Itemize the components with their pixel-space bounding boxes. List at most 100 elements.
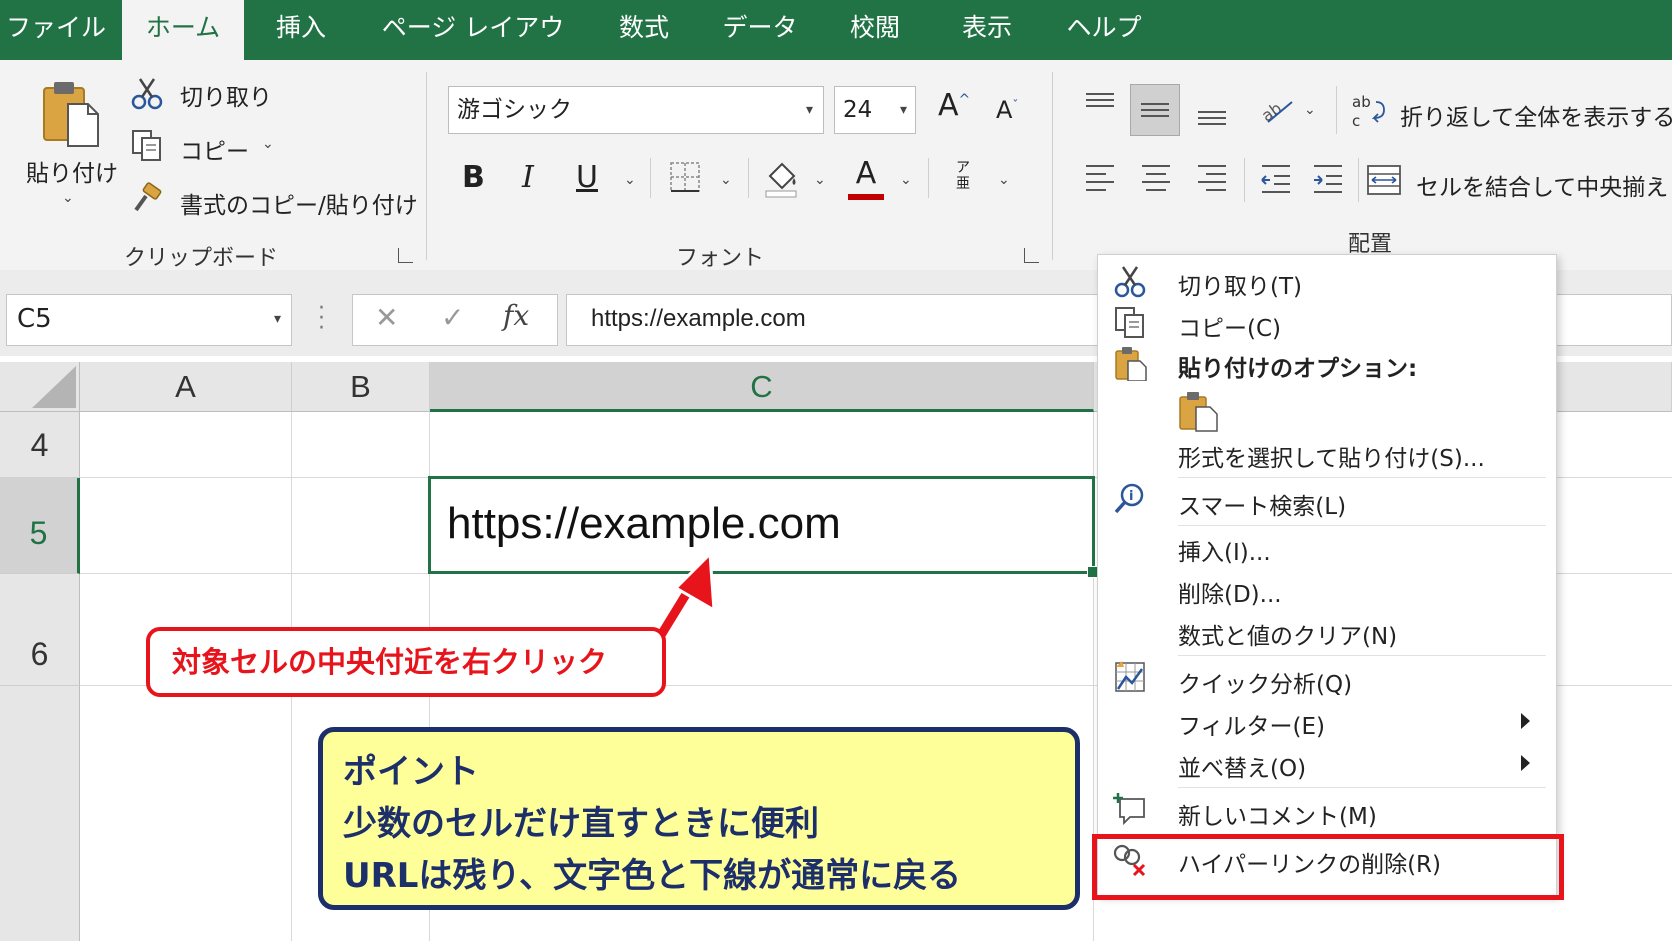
insert-function-icon[interactable]: fx [503, 299, 529, 332]
dialog-launcher-icon[interactable] [1024, 248, 1039, 263]
divider [1244, 158, 1245, 202]
underline-button[interactable]: U [576, 160, 598, 195]
tab-insert[interactable]: 挿入 [256, 0, 346, 60]
italic-button[interactable]: I [522, 160, 534, 195]
clipboard-group-label: クリップボード [124, 246, 279, 271]
chevron-down-icon[interactable]: ⌄ [720, 172, 732, 188]
format-painter-button[interactable]: 書式のコピー/貼り付け [128, 180, 418, 220]
point-note-title: ポイント [343, 752, 479, 792]
paste-option-keep-source[interactable] [1176, 389, 1220, 433]
menu-paste-special-label: 形式を選択して貼り付け(S)... [1178, 446, 1485, 472]
cut-label: 切り取り [180, 85, 272, 111]
row-header-7[interactable] [0, 686, 80, 941]
row-header-6[interactable]: 6 [0, 574, 80, 686]
tab-review[interactable]: 校閲 [830, 0, 920, 60]
menu-paste-options-label: 貼り付けのオプション: [1178, 356, 1418, 382]
align-top-icon[interactable] [1084, 90, 1116, 118]
instruction-callout: 対象セルの中央付近を右クリック [146, 627, 666, 697]
font-color-button[interactable]: A [848, 156, 884, 200]
active-cell-c5[interactable]: https://example.com [428, 476, 1099, 578]
paste-options-icon [1115, 347, 1147, 381]
select-all-triangle-icon [32, 366, 76, 408]
decrease-indent-icon[interactable] [1258, 162, 1292, 196]
chevron-down-icon[interactable]: ⌄ [998, 172, 1010, 188]
font-name-dropdown[interactable]: 游ゴシック ▾ [448, 86, 824, 134]
tab-formulas[interactable]: 数式 [600, 0, 688, 60]
paste-button[interactable]: 貼り付け ⌄ [18, 72, 118, 212]
formula-content: https://example.com [591, 305, 806, 332]
grow-font-button[interactable]: A^ [938, 88, 970, 123]
align-right-icon[interactable] [1196, 162, 1228, 196]
menu-item-clear-contents[interactable]: 数式と値のクリア(N) [1098, 611, 1554, 651]
bold-button[interactable]: B [462, 160, 485, 195]
highlight-box [1092, 834, 1564, 900]
group-divider [1052, 72, 1053, 260]
menu-item-filter[interactable]: フィルター(E) [1098, 701, 1554, 741]
borders-icon[interactable] [668, 160, 702, 194]
align-bottom-icon[interactable] [1196, 100, 1228, 128]
chevron-down-icon[interactable]: ⌄ [262, 136, 274, 152]
more-options-icon[interactable]: · · · [318, 298, 325, 340]
select-all-corner[interactable] [0, 362, 80, 412]
paste-icon [43, 82, 99, 147]
menu-item-smart-lookup[interactable]: i スマート検索(L) [1098, 479, 1554, 521]
align-left-icon[interactable] [1084, 162, 1116, 196]
divider [1336, 86, 1337, 134]
row-header-4[interactable]: 4 [0, 412, 80, 478]
dialog-launcher-icon[interactable] [398, 248, 413, 263]
wrap-text-button[interactable]: ab c 折り返して全体を表示する [1350, 88, 1672, 136]
wrap-text-icon: ab c [1352, 93, 1385, 130]
chevron-down-icon[interactable]: ⌄ [1304, 102, 1316, 118]
cut-button[interactable]: 切り取り [128, 74, 278, 114]
menu-item-cut[interactable]: 切り取り(T) [1098, 261, 1554, 301]
cell-c5-value: https://example.com [447, 499, 841, 548]
svg-text:ab: ab [1352, 93, 1371, 111]
align-center-icon[interactable] [1140, 162, 1172, 196]
align-middle-button[interactable] [1130, 84, 1180, 136]
column-header-a[interactable]: A [80, 362, 292, 412]
font-size-dropdown[interactable]: 24 ▾ [834, 86, 916, 134]
cancel-icon[interactable]: ✕ [375, 301, 398, 334]
menu-item-quick-analysis[interactable]: クイック分析(Q) [1098, 657, 1554, 699]
menu-insert-label: 挿入(I)... [1178, 540, 1271, 566]
menu-item-sort[interactable]: 並べ替え(O) [1098, 743, 1554, 783]
tab-home[interactable]: ホーム [122, 0, 244, 60]
chevron-down-icon[interactable]: ⌄ [624, 172, 636, 188]
menu-item-new-comment[interactable]: 新しいコメント(M) [1098, 789, 1554, 831]
increase-indent-icon[interactable] [1310, 162, 1344, 196]
chevron-down-icon: ▾ [273, 311, 281, 327]
menu-separator [1178, 787, 1546, 788]
orientation-icon[interactable]: ab [1260, 92, 1298, 126]
font-size-value: 24 [843, 97, 873, 123]
chevron-down-icon[interactable]: ⌄ [900, 172, 912, 188]
tab-data[interactable]: データ [712, 0, 808, 60]
menu-cut-label: 切り取り(T) [1178, 274, 1302, 300]
row-header-5[interactable]: 5 [0, 478, 80, 574]
point-note-line2: URLは残り、文字色と下線が通常に戻る [343, 856, 962, 896]
tab-file[interactable]: ファイル [0, 0, 112, 60]
chevron-down-icon: ⌄ [62, 190, 74, 206]
merge-center-button[interactable]: セルを結合して中央揃え ⌄ [1366, 158, 1672, 206]
menu-item-delete[interactable]: 削除(D)... [1098, 569, 1554, 609]
chevron-down-icon[interactable]: ⌄ [814, 172, 826, 188]
name-box[interactable]: C5 ▾ [6, 294, 292, 346]
tab-help[interactable]: ヘルプ [1056, 0, 1152, 60]
copy-button[interactable]: コピー ⌄ [128, 126, 278, 166]
enter-check-icon[interactable]: ✓ [441, 301, 464, 334]
column-header-b[interactable]: B [292, 362, 430, 412]
font-group-label: フォント [676, 246, 765, 271]
column-header-c[interactable]: C [430, 362, 1094, 412]
paste-label: 貼り付け [26, 161, 118, 187]
chevron-down-icon: ▾ [805, 102, 813, 118]
new-comment-icon [1113, 793, 1145, 826]
tab-page-layout[interactable]: ページ レイアウト [378, 0, 568, 98]
menu-quick-analysis-label: クイック分析(Q) [1178, 672, 1353, 698]
menu-item-copy[interactable]: コピー(C) [1098, 303, 1554, 343]
menu-item-paste-special[interactable]: 形式を選択して貼り付け(S)... [1098, 433, 1554, 473]
menu-item-insert[interactable]: 挿入(I)... [1098, 527, 1554, 567]
tab-view[interactable]: 表示 [942, 0, 1032, 60]
phonetic-guide-button[interactable]: ア 亜 [952, 160, 974, 192]
shrink-font-button[interactable]: Aˇ [996, 96, 1018, 124]
ribbon-tab-bar: ファイル ホーム 挿入 ページ レイアウト 数式 データ 校閲 表示 ヘルプ [0, 0, 1672, 98]
fill-color-icon[interactable] [762, 158, 800, 198]
